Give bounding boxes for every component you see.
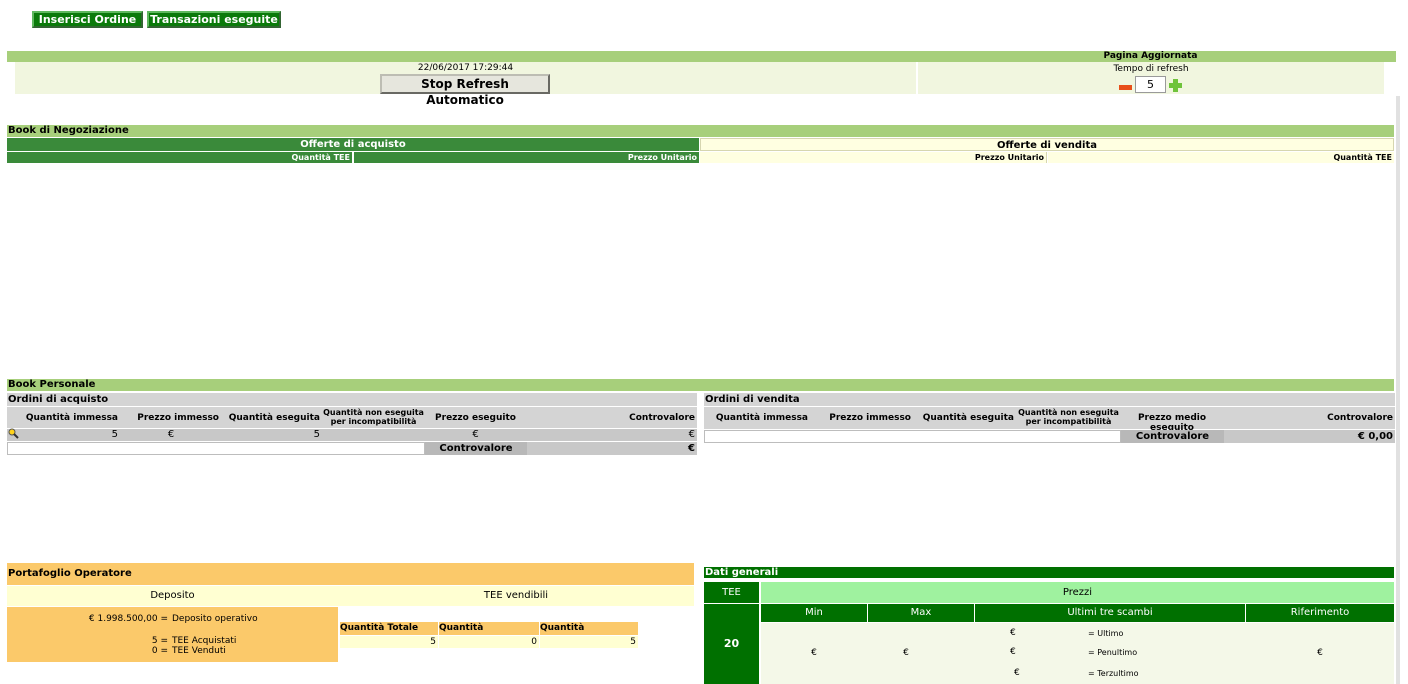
sell-col-qty-non-eseguita: Quantità non eseguita per incompatibilit… [1018,408,1119,426]
refresh-time-input[interactable]: 5 [1135,76,1166,93]
tee-vendibili-header: TEE vendibili [338,586,694,606]
col-max: Max [868,604,974,622]
tee-header: TEE [704,582,759,603]
col-min: Min [761,604,867,622]
buy-row-qty-eseguita: 5 [313,429,320,440]
stop-refresh-button[interactable]: Stop Refresh Automatico [380,74,550,107]
buy-row-prezzo-immesso: € [167,429,175,440]
magnifier-icon[interactable] [8,428,19,439]
buy-empty-row [7,442,425,455]
page-updated-label: Pagina Aggiornata [1103,51,1198,61]
buy-total-value: € [527,442,697,455]
deposit-label: Deposito operativo [172,614,258,624]
ultimo-value: € [1010,628,1016,638]
transazioni-eseguite-button[interactable]: Transazioni eseguite [147,11,281,28]
buy-price-col: Prezzo Unitario [354,152,699,163]
plus-icon[interactable] [1169,79,1182,92]
riferimento-value: € [1317,648,1323,658]
ultimo-label: = Ultimo [1088,629,1124,638]
minus-icon[interactable] [1119,85,1132,90]
buy-total-label: Controvalore [425,442,527,455]
col-quantita-totale: Quantità Totale [340,622,438,635]
sell-col-controvalore: Controvalore [1327,413,1393,423]
buy-row-controvalore: € [688,429,695,440]
terzultimo-label: = Terzultimo [1088,669,1139,678]
sell-total-value: € 0,00 [1224,430,1395,443]
offerte-acquisto-header: Offerte di acquisto [7,138,699,151]
col-quantita-impegnata: Quantità Impegnata [439,622,539,646]
max-value: € [903,648,909,658]
col-quantita-disponibile: Quantità Disponibile [540,622,638,646]
col-riferimento: Riferimento [1246,604,1394,622]
ordini-vendita-title: Ordini di vendita [704,393,1395,406]
sell-col-qty-eseguita: Quantità eseguita [922,413,1014,423]
tee-value: 20 [704,604,759,684]
datetime-text: 22/06/2017 17:29:44 [417,63,514,73]
acquistati-label: TEE Acquistati [172,636,237,646]
acquistati-amount: 5 = [151,636,168,646]
offerte-vendita-header: Offerte di vendita [700,138,1394,151]
sell-col-prezzo-immesso: Prezzo immesso [829,413,911,423]
sell-total-label: Controvalore [1121,430,1224,443]
penultimo-label: = Penultimo [1088,648,1138,657]
buy-col-controvalore: Controvalore [629,413,695,423]
book-negoziazione-title: Book di Negoziazione [7,125,1394,137]
terzultimo-value: € [1014,668,1020,678]
buy-row-qty-immessa: 5 [111,429,118,440]
portafoglio-title: Portafoglio Operatore [7,563,694,585]
buy-col-prezzo-immesso: Prezzo immesso [137,413,219,423]
buy-col-qty-eseguita: Quantità eseguita [228,413,320,423]
dati-generali-title: Dati generali [704,567,1394,578]
sell-col-qty-immessa: Quantità immessa [715,413,808,423]
prezzi-header: Prezzi [761,582,1394,603]
ordini-acquisto-title: Ordini di acquisto [7,393,697,406]
inserisci-ordine-button[interactable]: Inserisci Ordine [32,11,143,28]
sell-qty-col: Quantità TEE [1048,152,1394,163]
deposit-amount: € 1.998.500,00 = [88,614,168,624]
scrollbar[interactable] [1396,96,1400,684]
buy-col-qty-immessa: Quantità immessa [25,413,118,423]
buy-row-prezzo-eseguito: € [472,429,479,440]
buy-col-prezzo-eseguito: Prezzo eseguito [435,413,516,423]
sell-empty-row [704,430,1121,443]
venduti-label: TEE Venduti [172,646,226,656]
buy-qty-col: Quantità TEE [7,152,353,163]
value-quantita-totale: 5 [340,636,438,648]
book-personale-title: Book Personale [7,379,1394,391]
venduti-amount: 0 = [151,646,168,656]
value-quantita-impegnata: 0 [439,636,539,648]
min-value: € [811,648,817,658]
sell-price-col: Prezzo Unitario [700,152,1047,163]
penultimo-value: € [1010,647,1016,657]
value-quantita-disponibile: 5 [540,636,638,648]
col-ultimi-tre-scambi: Ultimi tre scambi [975,604,1245,622]
refresh-time-label: Tempo di refresh [1113,64,1189,74]
buy-col-qty-non-eseguita: Quantità non eseguita per incompatibilit… [323,408,424,426]
deposito-header: Deposito [7,586,338,606]
